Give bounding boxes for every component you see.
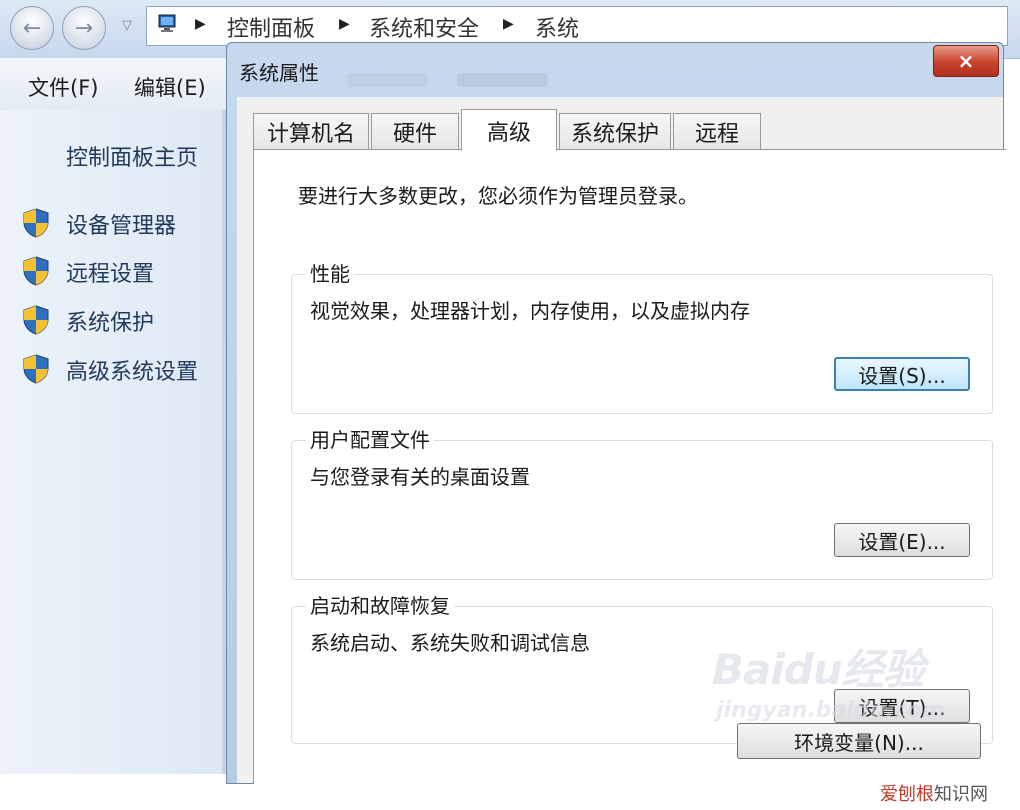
tab-remote[interactable]: 远程 (673, 113, 761, 149)
baidu-watermark: Baidu经验 jingyan.baidu.com (712, 628, 945, 728)
close-icon: × (957, 49, 975, 73)
user-profiles-settings-button[interactable]: 设置(E)... (834, 523, 970, 557)
address-bar[interactable]: ▶ 控制面板 ▶ 系统和安全 ▶ 系统 (146, 6, 1008, 46)
sidebar-item-label: 设备管理器 (66, 214, 177, 239)
watermark-logo: Baidu经验 (712, 645, 925, 694)
dialog-title: 系统属性 (239, 61, 319, 85)
startup-recovery-group-title: 启动和故障恢复 (306, 590, 454, 619)
sidebar-item-label: 高级系统设置 (66, 360, 199, 385)
environment-variables-button[interactable]: 环境变量(N)... (737, 723, 981, 759)
tab-hardware[interactable]: 硬件 (371, 113, 459, 149)
breadcrumb-system[interactable]: 系统 (535, 11, 579, 43)
close-button[interactable]: × (933, 45, 999, 77)
sidebar: 控制面板主页 设备管理器 远程设置 系统保护 高级系统设置 (0, 110, 226, 774)
arrow-left-icon: ← (22, 15, 42, 41)
user-profiles-description: 与您登录有关的桌面设置 (310, 465, 530, 489)
menu-file[interactable]: 文件(F) (28, 72, 98, 102)
site-watermark-part2: 知识网 (934, 784, 988, 805)
sidebar-item-label: 远程设置 (66, 262, 155, 287)
breadcrumb-separator-icon: ▶ (339, 16, 350, 32)
sidebar-control-panel-home-link[interactable]: 控制面板主页 (66, 140, 198, 172)
uac-shield-icon (23, 208, 49, 238)
menu-bar: 文件(F) 编辑(E) (0, 58, 226, 111)
tab-system-protection[interactable]: 系统保护 (559, 113, 671, 149)
sidebar-item-label: 系统保护 (66, 311, 155, 336)
performance-settings-button[interactable]: 设置(S)... (834, 357, 970, 391)
forward-button[interactable]: → (62, 6, 106, 50)
admin-notice: 要进行大多数更改，您必须作为管理员登录。 (298, 184, 698, 208)
user-profiles-group: 用户配置文件 与您登录有关的桌面设置 设置(E)... (291, 424, 993, 580)
breadcrumb-separator-icon: ▶ (503, 16, 514, 32)
tab-computer-name[interactable]: 计算机名 (253, 113, 369, 149)
arrow-right-icon: → (74, 15, 94, 41)
startup-recovery-description: 系统启动、系统失败和调试信息 (310, 631, 590, 655)
breadcrumb-separator-icon: ▶ (195, 16, 206, 32)
back-button[interactable]: ← (10, 6, 54, 50)
menu-edit[interactable]: 编辑(E) (134, 72, 206, 102)
title-bar-reflection (347, 73, 427, 87)
site-watermark-part1: 爱刨根 (880, 784, 934, 805)
tab-advanced[interactable]: 高级 (461, 109, 557, 151)
recent-pages-chevron-down-icon[interactable]: ▽ (122, 18, 132, 33)
site-watermark: 爱刨根知识网 (880, 780, 1016, 806)
performance-group-title: 性能 (306, 258, 354, 287)
uac-shield-icon (23, 305, 49, 335)
breadcrumb-control-panel[interactable]: 控制面板 (227, 11, 315, 43)
uac-shield-icon (23, 256, 49, 286)
user-profiles-group-title: 用户配置文件 (306, 424, 434, 453)
uac-shield-icon (23, 354, 49, 384)
watermark-url: jingyan.baidu.com (716, 698, 945, 723)
performance-group: 性能 视觉效果，处理器计划，内存使用，以及虚拟内存 设置(S)... (291, 258, 993, 414)
title-bar-reflection (457, 73, 547, 87)
breadcrumb-system-and-security[interactable]: 系统和安全 (369, 11, 479, 43)
computer-icon (158, 14, 176, 32)
performance-description: 视觉效果，处理器计划，内存使用，以及虚拟内存 (310, 299, 750, 323)
